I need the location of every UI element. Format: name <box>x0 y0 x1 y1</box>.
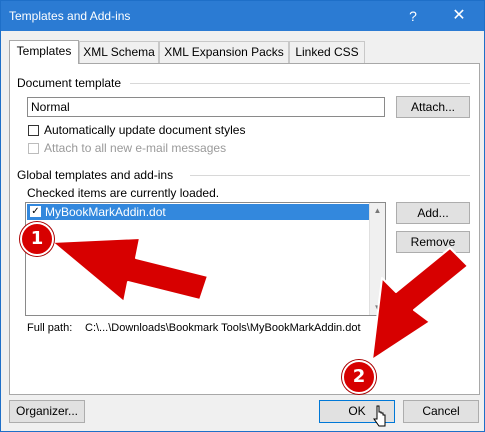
add-button[interactable]: Add... <box>396 202 470 224</box>
window-title: Templates and Add-ins <box>9 9 131 23</box>
full-path-value: C:\...\Downloads\Bookmark Tools\MyBookMa… <box>85 322 361 334</box>
document-template-label: Document template <box>17 76 122 90</box>
attach-button[interactable]: Attach... <box>396 96 470 118</box>
help-button[interactable]: ? <box>402 5 424 27</box>
attach-email-checkbox[interactable] <box>28 143 39 154</box>
full-path-label: Full path: <box>27 322 73 334</box>
title-bar[interactable]: Templates and Add-ins ? ✕ <box>1 1 484 31</box>
close-button[interactable]: ✕ <box>440 5 478 27</box>
global-templates-label: Global templates and add-ins <box>17 168 174 182</box>
organizer-button[interactable]: Organizer... <box>9 400 85 423</box>
item-checkbox[interactable]: ✓ <box>30 206 41 217</box>
templates-panel: Document template Normal Attach... Autom… <box>9 63 480 395</box>
section-divider <box>190 175 470 176</box>
section-divider <box>130 83 470 84</box>
mouse-pointer-icon <box>373 405 386 427</box>
scroll-up-icon[interactable]: ▲ <box>370 203 385 218</box>
loaded-hint: Checked items are currently loaded. <box>27 186 220 200</box>
tab-templates[interactable]: Templates <box>9 40 79 64</box>
remove-button[interactable]: Remove <box>396 231 470 253</box>
annotation-badge-2: 2 <box>342 360 376 394</box>
tab-xml-expansion-packs[interactable]: XML Expansion Packs <box>159 41 289 63</box>
list-scrollbar[interactable]: ▲ ▼ <box>369 203 385 315</box>
list-item-label: MyBookMarkAddin.dot <box>45 205 166 219</box>
tab-xml-schema[interactable]: XML Schema <box>79 41 159 63</box>
annotation-badge-1: 1 <box>20 222 54 256</box>
dialog-window: Templates and Add-ins ? ✕ Templates XML … <box>0 0 485 432</box>
attach-email-label: Attach to all new e-mail messages <box>44 141 227 155</box>
auto-update-checkbox[interactable] <box>28 125 39 136</box>
auto-update-label: Automatically update document styles <box>44 123 246 137</box>
global-templates-list[interactable]: ✓ MyBookMarkAddin.dot ▲ ▼ <box>25 202 386 316</box>
document-template-field[interactable]: Normal <box>27 97 385 117</box>
scroll-down-icon[interactable]: ▼ <box>370 300 385 315</box>
tab-linked-css[interactable]: Linked CSS <box>289 41 365 63</box>
list-item[interactable]: ✓ MyBookMarkAddin.dot <box>27 204 370 220</box>
cancel-button[interactable]: Cancel <box>403 400 479 423</box>
